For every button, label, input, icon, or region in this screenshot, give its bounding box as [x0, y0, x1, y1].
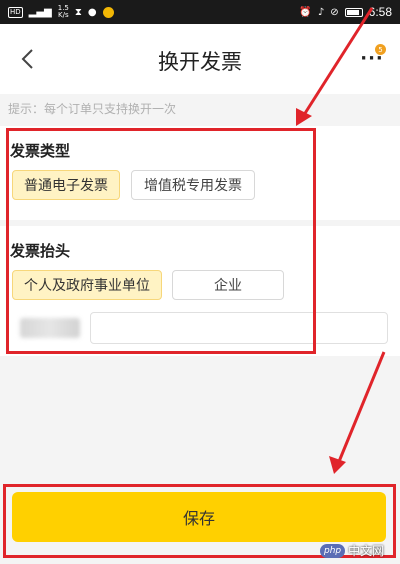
page-title: 换开发票 [158, 50, 242, 74]
nav-header: 换开发票 ··· 5 [0, 24, 400, 94]
signal-off-icon: ⊘ [330, 6, 339, 18]
tip-text: 提示：每个订单只支持换开一次 [8, 102, 177, 116]
watermark-logo: php [320, 543, 346, 558]
save-button[interactable]: 保存 [12, 492, 386, 542]
mute-icon: ♪ [317, 6, 325, 18]
signal-icon: ▂▄▆ [28, 6, 52, 18]
watermark-text: 中文网 [348, 544, 385, 558]
notification-badge: 5 [375, 44, 386, 55]
more-menu-icon[interactable]: ··· 5 [356, 44, 388, 74]
watermark: php 中文网 [320, 542, 384, 559]
hourglass-icon: ⧗ [74, 6, 82, 18]
chat-icon: ● [87, 6, 97, 18]
alarm-icon: ⏰ [299, 6, 312, 18]
hd-indicator: HD [8, 6, 23, 18]
annotation-frame-form [6, 128, 316, 354]
network-speed-unit: K/s [58, 11, 69, 19]
emoji-icon [102, 6, 114, 18]
network-speed: 1.5 K/s [58, 5, 69, 19]
clock: 6:58 [368, 5, 392, 19]
battery-icon [344, 7, 363, 17]
status-bar: HD ▂▄▆ 1.5 K/s ⧗ ● ⏰ ♪ ⊘ 6:58 [0, 0, 400, 24]
arrow-bottom-icon [329, 351, 386, 474]
